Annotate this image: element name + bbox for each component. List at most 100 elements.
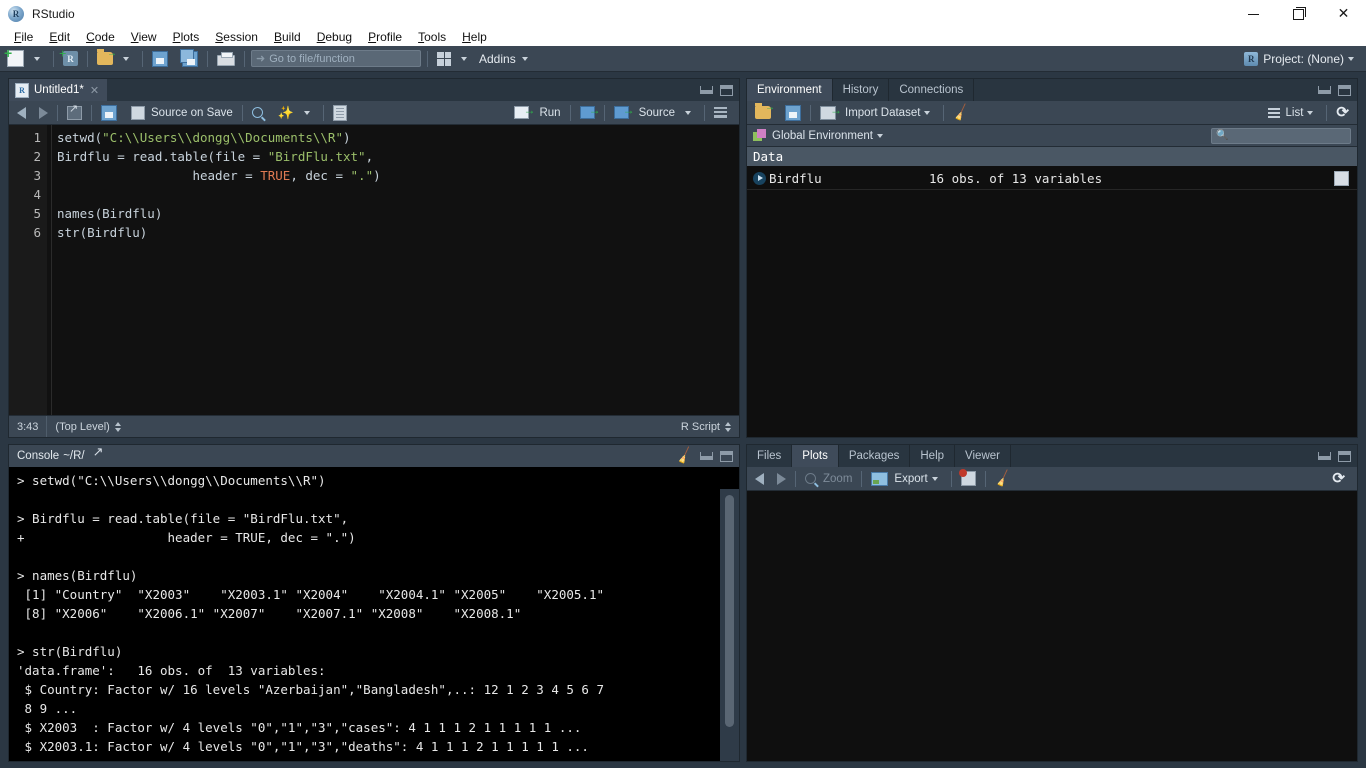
compile-report-button[interactable] — [330, 103, 350, 123]
restore-button[interactable] — [1276, 0, 1321, 28]
maximize-pane-icon[interactable] — [1338, 450, 1351, 462]
maximize-pane-icon[interactable] — [720, 450, 733, 462]
menu-plots[interactable]: Plots — [165, 29, 208, 45]
previous-plot-button[interactable] — [752, 469, 767, 489]
maximize-pane-icon[interactable] — [720, 84, 733, 96]
goto-file-function-input[interactable]: ➜ Go to file/function — [251, 50, 421, 67]
open-file-button[interactable] — [94, 48, 117, 69]
file-type-selector[interactable]: R Script — [673, 416, 739, 437]
maximize-pane-icon[interactable] — [1338, 84, 1351, 96]
source-tab-untitled1[interactable]: R Untitled1* ✕ — [9, 79, 108, 101]
expand-arrow-icon[interactable] — [753, 171, 766, 185]
source-save-button[interactable] — [98, 103, 120, 123]
menu-code[interactable]: Code — [78, 29, 123, 45]
rerun-button[interactable] — [577, 103, 601, 123]
refresh-plot-button[interactable]: ⟳ — [1329, 469, 1348, 489]
menu-build[interactable]: Build — [266, 29, 309, 45]
show-in-new-window-button[interactable] — [64, 102, 85, 123]
tab-viewer[interactable]: Viewer — [955, 445, 1011, 467]
source-back-button[interactable] — [14, 103, 29, 123]
refresh-icon: ⟳ — [1336, 104, 1349, 121]
close-tab-icon[interactable]: ✕ — [90, 84, 99, 97]
menu-view[interactable]: View — [123, 29, 165, 45]
source-dropdown[interactable] — [678, 103, 698, 123]
environment-scope-label[interactable]: Global Environment — [772, 130, 873, 142]
scope-selector[interactable]: (Top Level) — [47, 416, 128, 437]
menu-help[interactable]: Help — [454, 29, 495, 45]
new-file-dropdown[interactable] — [27, 49, 47, 69]
view-data-grid-icon[interactable] — [1334, 170, 1349, 186]
source-forward-button[interactable] — [36, 103, 51, 123]
tab-connections[interactable]: Connections — [889, 79, 975, 101]
console-scrollbar-track[interactable] — [720, 489, 739, 761]
open-file-dropdown[interactable] — [116, 49, 136, 69]
menu-debug[interactable]: Debug — [309, 29, 360, 45]
import-dataset-button[interactable]: Import Dataset — [817, 103, 937, 123]
import-dataset-icon — [820, 103, 842, 120]
project-selector[interactable]: R Project: (None) — [1244, 51, 1362, 66]
save-button[interactable] — [149, 49, 171, 69]
show-in-new-window-icon[interactable] — [93, 444, 107, 463]
menu-edit[interactable]: Edit — [41, 29, 78, 45]
menu-file[interactable]: File — [6, 29, 41, 45]
minimize-pane-icon[interactable] — [700, 86, 713, 94]
save-workspace-button[interactable] — [782, 103, 804, 123]
clear-all-plots-button[interactable]: 🧹 — [992, 469, 1014, 489]
panes-layout-button[interactable] — [434, 49, 454, 69]
minimize-pane-icon[interactable] — [700, 452, 713, 460]
clear-console-icon[interactable]: 🧹 — [675, 446, 696, 467]
find-replace-icon — [251, 107, 263, 118]
environment-scope-bar: Global Environment 🔍 — [747, 125, 1357, 147]
console-line: 'data.frame': 16 obs. of 13 variables: — [17, 663, 326, 678]
tab-packages[interactable]: Packages — [839, 445, 911, 467]
code-editor[interactable]: 1 2 3 4 5 6 setwd("C:\\Users\\dongg\\Document… — [9, 125, 739, 415]
new-file-icon — [4, 46, 24, 67]
environment-search-input[interactable]: 🔍 — [1211, 127, 1351, 144]
save-all-button[interactable] — [179, 48, 201, 69]
close-button[interactable]: ✕ — [1321, 0, 1366, 28]
view-mode-button[interactable]: List — [1265, 103, 1321, 123]
menu-profile[interactable]: Profile — [360, 29, 410, 45]
code-tools-button[interactable]: ✨ — [275, 103, 297, 123]
tab-help[interactable]: Help — [910, 445, 956, 467]
new-project-button[interactable]: R — [59, 46, 81, 69]
console-working-directory[interactable]: ~/R/ — [63, 450, 84, 462]
load-workspace-button[interactable] — [752, 102, 775, 123]
environment-object-row[interactable]: Birdflu 16 obs. of 13 variables — [747, 167, 1357, 190]
next-plot-button[interactable] — [774, 469, 789, 489]
console-line: $ X2003.1: Factor w/ 4 levels "0","1","3… — [17, 739, 589, 754]
console-scrollbar-thumb[interactable] — [725, 495, 734, 727]
tab-environment[interactable]: Environment — [747, 79, 833, 101]
addins-button[interactable]: Addins — [474, 49, 535, 69]
minimize-pane-icon[interactable] — [1318, 86, 1331, 94]
menu-tools[interactable]: Tools — [410, 29, 454, 45]
stepper-icon — [725, 421, 731, 432]
print-button[interactable] — [214, 49, 238, 69]
clear-workspace-button[interactable]: 🧹 — [950, 103, 972, 123]
source-on-save-checkbox[interactable]: Source on Save — [128, 103, 236, 123]
open-file-icon — [97, 48, 117, 65]
new-file-button[interactable] — [4, 46, 27, 69]
find-replace-button[interactable] — [249, 103, 266, 123]
zoom-plot-button[interactable]: Zoom — [802, 469, 855, 489]
console-output[interactable]: > setwd("C:\\Users\\dongg\\Documents\\R"… — [9, 467, 739, 761]
remove-plot-button[interactable] — [958, 469, 979, 489]
chevron-down-icon[interactable] — [877, 133, 883, 138]
tab-history[interactable]: History — [833, 79, 890, 101]
document-outline-button[interactable] — [711, 103, 730, 123]
panes-layout-dropdown[interactable] — [454, 49, 474, 69]
plots-tab-bar: Files Plots Packages Help Viewer — [747, 445, 1357, 467]
code-tools-dropdown[interactable] — [297, 103, 317, 123]
tab-plots[interactable]: Plots — [792, 445, 839, 467]
line-number-gutter: 1 2 3 4 5 6 — [9, 125, 47, 415]
export-label: Export — [894, 472, 928, 485]
tab-files[interactable]: Files — [747, 445, 793, 467]
minimize-pane-icon[interactable] — [1318, 452, 1331, 460]
export-plot-button[interactable]: Export — [868, 469, 944, 489]
source-run-button[interactable]: Source — [611, 103, 678, 123]
refresh-environment-button[interactable]: ⟳ — [1333, 103, 1352, 123]
minimize-button[interactable] — [1231, 0, 1276, 28]
code-line: names(Birdflu) — [57, 206, 163, 221]
menu-session[interactable]: Session — [207, 29, 266, 45]
run-button[interactable]: Run — [511, 103, 563, 123]
